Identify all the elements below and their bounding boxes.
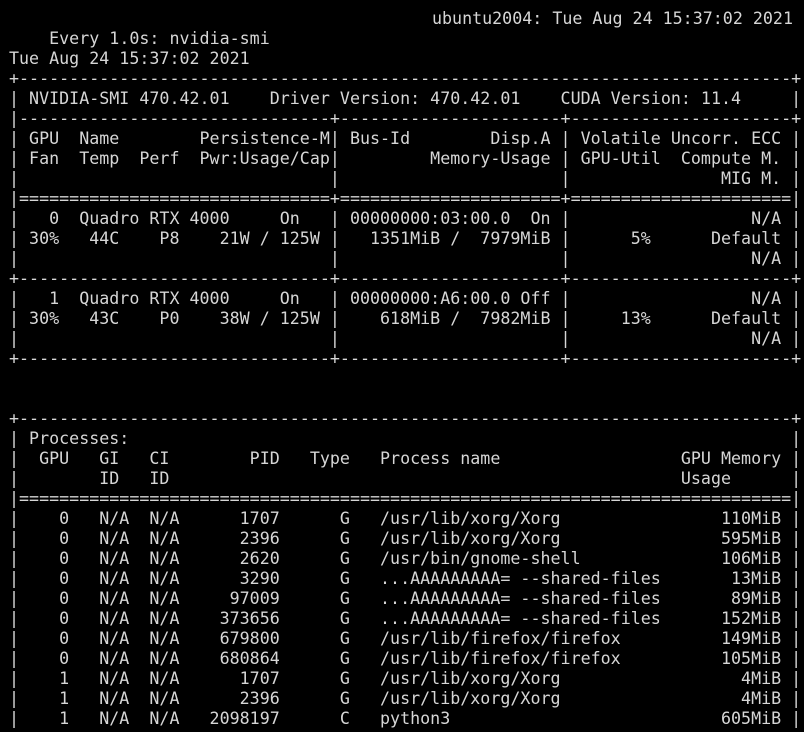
terminal-line: | 0 Quadro RTX 4000 On | 00000000:03:00.… (9, 209, 802, 228)
terminal-line: | Processes: | (9, 429, 802, 448)
terminal-line: | GPU GI CI PID Type Process name GPU Me… (9, 449, 802, 468)
terminal-line: | NVIDIA-SMI 470.42.01 Driver Version: 4… (9, 89, 802, 108)
terminal-line: | 0 N/A N/A 2396 G /usr/lib/xorg/Xorg 59… (9, 529, 802, 548)
terminal-line: | 30% 44C P8 21W / 125W | 1351MiB / 7979… (9, 229, 802, 248)
watch-host-time: ubuntu2004: Tue Aug 24 15:37:02 2021 (431, 9, 793, 28)
terminal-line: | 0 N/A N/A 97009 G ...AAAAAAAAA= --shar… (9, 589, 802, 608)
terminal-line: | 1 N/A N/A 1707 G /usr/lib/xorg/Xorg 4M… (9, 669, 802, 688)
terminal-window[interactable]: Every 1.0s: nvidia-smi ubuntu2004: Tue A… (0, 0, 804, 732)
terminal-line: +---------------------------------------… (9, 69, 802, 88)
terminal-line: | 0 N/A N/A 680864 G /usr/lib/firefox/fi… (9, 649, 802, 668)
terminal-line: | 1 N/A N/A 2098197 C python3 605MiB | (9, 709, 802, 728)
terminal-line: +---------------------------------------… (9, 409, 802, 428)
terminal-line: +-------------------------------+-------… (9, 269, 802, 288)
terminal-line: | 0 N/A N/A 2620 G /usr/bin/gnome-shell … (9, 549, 802, 568)
terminal-line: | 30% 43C P0 38W / 125W | 618MiB / 7982M… (9, 309, 802, 328)
terminal-line: +-------------------------------+-------… (9, 349, 802, 368)
terminal-line: Tue Aug 24 15:37:02 2021 (9, 49, 250, 68)
terminal-line: |===============================+=======… (9, 189, 802, 208)
terminal-line: | 1 N/A N/A 2396 G /usr/lib/xorg/Xorg 4M… (9, 689, 802, 708)
terminal-line: | 1 Quadro RTX 4000 On | 00000000:A6:00.… (9, 289, 802, 308)
nvidia-smi-output: Tue Aug 24 15:37:02 2021 +---------------… (9, 29, 804, 732)
watch-header: Every 1.0s: nvidia-smi ubuntu2004: Tue A… (9, 9, 804, 48)
terminal-line: | GPU Name Persistence-M| Bus-Id Disp.A … (9, 129, 802, 148)
terminal-line: | ID ID Usage | (9, 469, 802, 488)
terminal-line: |=======================================… (9, 489, 802, 508)
terminal-line: | Fan Temp Perf Pwr:Usage/Cap| Memory-Us… (9, 149, 802, 168)
terminal-line: | 0 N/A N/A 1707 G /usr/lib/xorg/Xorg 11… (9, 509, 802, 528)
watch-command: Every 1.0s: nvidia-smi (49, 29, 270, 48)
terminal-line: | | | MIG M. | (9, 169, 802, 188)
terminal-line: | | | N/A | (9, 249, 802, 268)
terminal-line: | 0 N/A N/A 3290 G ...AAAAAAAAA= --share… (9, 569, 802, 588)
terminal-line: |-------------------------------+-------… (9, 109, 802, 128)
terminal-line: | 0 N/A N/A 679800 G /usr/lib/firefox/fi… (9, 629, 802, 648)
terminal-line: | | | N/A | (9, 329, 802, 348)
terminal-line: | 0 N/A N/A 373656 G ...AAAAAAAAA= --sha… (9, 609, 802, 628)
